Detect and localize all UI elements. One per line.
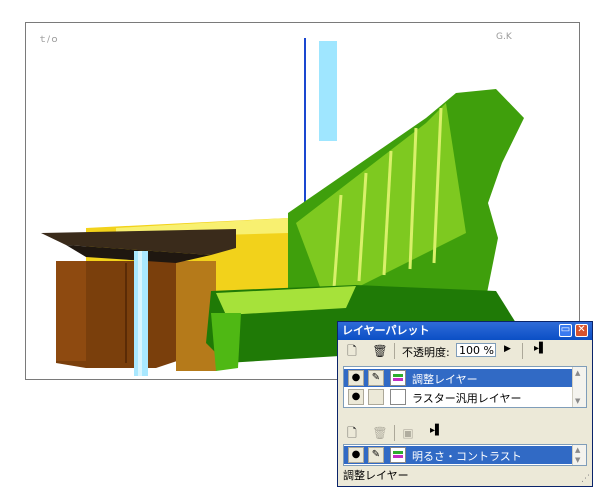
layer-name: 調整レイヤー bbox=[412, 373, 478, 386]
raster-layer-thumb bbox=[390, 389, 406, 405]
canvas-mark-left: ｔ/ｏ bbox=[38, 35, 60, 45]
move-to-end-icon[interactable]: ▸▌ bbox=[534, 343, 547, 354]
eye-icon[interactable]: ● bbox=[348, 447, 364, 463]
toolbar-separator bbox=[394, 343, 395, 359]
layer-palette-window: レイヤーパレット ▭ ✕ 🗋 🗑 不透明度: 100 % ▶ ▸▌ ● ✎ 調整… bbox=[337, 321, 593, 487]
status-text: 調整レイヤー bbox=[343, 469, 409, 482]
adjust-toolbar: 🗋 🗑 ▣ ▸▌ bbox=[338, 422, 592, 444]
adjust-row-brightness[interactable]: ● ✎ 明るさ・コントラスト bbox=[344, 446, 572, 464]
adjust-list: ● ✎ 明るさ・コントラスト ▲ ▼ bbox=[343, 444, 587, 466]
merge-icon: ▣ bbox=[402, 426, 414, 440]
opacity-label: 不透明度: bbox=[402, 346, 450, 359]
palette-titlebar[interactable]: レイヤーパレット ▭ ✕ bbox=[338, 322, 592, 340]
adjust-name: 明るさ・コントラスト bbox=[412, 450, 522, 463]
move-to-end-icon[interactable]: ▸▌ bbox=[430, 425, 443, 436]
close-button[interactable]: ✕ bbox=[575, 324, 588, 337]
trash-icon: 🗑 bbox=[372, 426, 388, 440]
minimize-button[interactable]: ▭ bbox=[559, 324, 572, 337]
scroll-down-icon[interactable]: ▼ bbox=[575, 397, 580, 405]
layer-row-adjust[interactable]: ● ✎ 調整レイヤー bbox=[344, 369, 572, 387]
layer-row-raster[interactable]: ● ラスター汎用レイヤー bbox=[344, 388, 572, 406]
trash-icon[interactable]: 🗑 bbox=[372, 343, 388, 359]
scroll-down-icon[interactable]: ▼ bbox=[575, 456, 580, 464]
layer-toolbar: 🗋 🗑 不透明度: 100 % ▶ ▸▌ bbox=[338, 340, 592, 362]
new-adjust-icon[interactable]: 🗋 bbox=[344, 425, 360, 441]
layer-list-scrollbar[interactable]: ▲ ▼ bbox=[572, 367, 586, 407]
adjust-list-scrollbar[interactable]: ▲ ▼ bbox=[572, 445, 586, 465]
resize-grip-icon[interactable]: ⋰ bbox=[581, 474, 590, 484]
palette-title: レイヤーパレット bbox=[342, 324, 430, 337]
scroll-up-icon[interactable]: ▲ bbox=[575, 446, 580, 454]
play-right-icon[interactable]: ▶ bbox=[504, 344, 511, 354]
toolbar-separator bbox=[522, 343, 523, 359]
pen-icon[interactable]: ✎ bbox=[368, 370, 384, 386]
toolbar-separator bbox=[394, 425, 395, 441]
scroll-up-icon[interactable]: ▲ bbox=[575, 369, 580, 377]
adjust-layer-thumb-icon bbox=[390, 370, 406, 386]
layer-name: ラスター汎用レイヤー bbox=[412, 392, 522, 405]
layer-list: ● ✎ 調整レイヤー ● ラスター汎用レイヤー ▲ ▼ bbox=[343, 366, 587, 408]
pen-lock-slot[interactable] bbox=[368, 389, 384, 405]
adjust-thumb-icon bbox=[390, 447, 406, 463]
eye-icon[interactable]: ● bbox=[348, 370, 364, 386]
pen-icon[interactable]: ✎ bbox=[368, 447, 384, 463]
opacity-input[interactable]: 100 % bbox=[456, 343, 496, 357]
eye-icon[interactable]: ● bbox=[348, 389, 364, 405]
canvas-mark-right: G.K bbox=[496, 32, 512, 42]
new-layer-icon[interactable]: 🗋 bbox=[344, 343, 360, 359]
artwork-sky-post bbox=[319, 41, 337, 141]
